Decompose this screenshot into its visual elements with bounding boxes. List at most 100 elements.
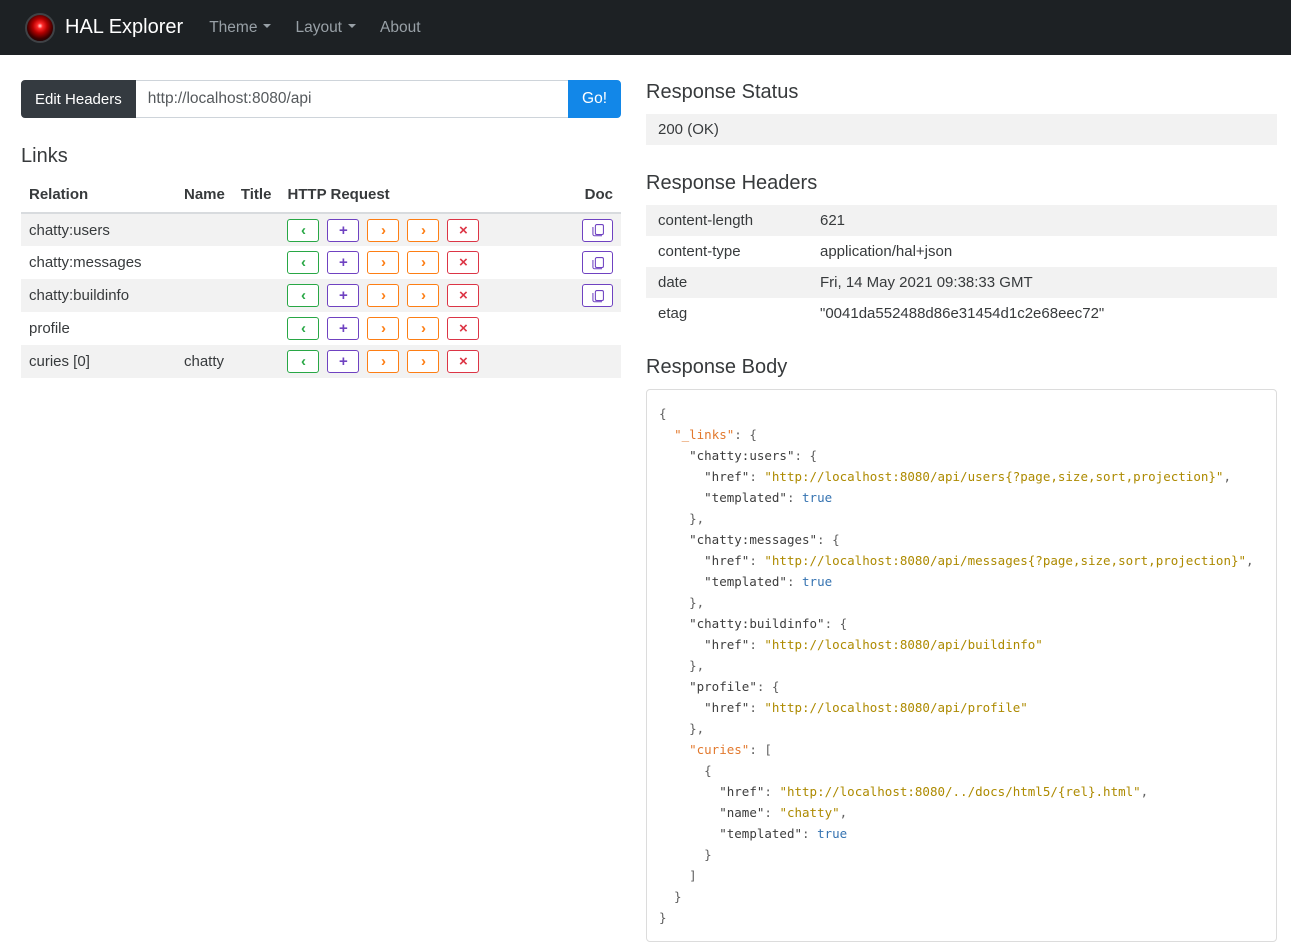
post-button[interactable]: + — [327, 284, 360, 307]
get-button[interactable]: ‹ — [287, 251, 320, 274]
code-token-p — [659, 616, 689, 631]
put-button[interactable]: › — [367, 218, 400, 242]
code-token-k: "profile" — [689, 679, 757, 694]
patch-button[interactable]: › — [407, 251, 440, 274]
doc-icon — [591, 289, 604, 302]
response-headers-heading: Response Headers — [646, 172, 818, 194]
doc-cell — [569, 312, 621, 345]
caret-down-icon — [263, 24, 272, 29]
code-token-p: }, — [659, 721, 705, 736]
name-cell — [176, 279, 233, 312]
code-token-s: "http://localhost:8080/api/buildinfo" — [764, 637, 1043, 652]
http-request-cell: ‹ + › › × — [279, 246, 569, 279]
code-token-k: "name" — [719, 805, 765, 820]
code-token-s: "http://localhost:8080/api/messages{?pag… — [764, 553, 1247, 568]
brand-link[interactable]: HAL Explorer — [25, 12, 183, 43]
post-button[interactable]: + — [327, 317, 360, 340]
http-request-cell: ‹ + › › × — [279, 213, 569, 246]
code-token-k: "href" — [704, 469, 750, 484]
code-token-p — [659, 784, 719, 799]
code-token-p — [659, 742, 689, 757]
delete-button[interactable]: × — [447, 251, 480, 274]
code-token-r: "curies" — [689, 742, 750, 757]
code-token-b: true — [802, 574, 833, 589]
delete-button[interactable]: × — [447, 317, 480, 340]
doc-button[interactable] — [582, 251, 613, 274]
code-token-k: "href" — [719, 784, 765, 799]
code-token-p: } — [659, 847, 712, 862]
code-token-p: : { — [756, 679, 780, 694]
patch-button[interactable]: › — [407, 317, 440, 340]
code-token-p: : — [764, 805, 780, 820]
code-token-b: true — [802, 490, 833, 505]
delete-button[interactable]: × — [447, 350, 480, 373]
relation-cell: chatty:users — [29, 221, 110, 239]
response-headers-body: content-length 621 content-type application… — [646, 205, 1277, 329]
delete-button[interactable]: × — [447, 284, 480, 307]
nav-item-about[interactable]: About — [368, 11, 433, 45]
put-button[interactable]: › — [367, 350, 400, 373]
header-name: etag — [658, 305, 688, 322]
code-token-p: : — [749, 637, 765, 652]
go-button[interactable]: Go! — [568, 80, 621, 118]
address-bar: Edit Headers Go! — [21, 80, 621, 118]
put-button[interactable]: › — [367, 284, 400, 307]
caret-down-icon — [348, 24, 356, 29]
put-button[interactable]: › — [367, 317, 400, 340]
code-token-p — [659, 448, 689, 463]
code-token-p: } — [659, 889, 682, 904]
header-name: content-length — [658, 212, 754, 229]
code-token-p: }, — [659, 595, 705, 610]
doc-cell — [569, 345, 621, 378]
get-button[interactable]: ‹ — [287, 317, 320, 340]
header-value: 621 — [820, 212, 846, 229]
code-token-p: }, — [659, 658, 705, 673]
code-token-p: : — [786, 490, 803, 505]
patch-button[interactable]: › — [407, 218, 440, 242]
code-token-p — [659, 574, 704, 589]
header-name: date — [658, 274, 688, 291]
post-button[interactable]: + — [327, 350, 360, 373]
code-token-p: : — [749, 469, 765, 484]
code-token-p: , — [839, 805, 848, 820]
get-button[interactable]: ‹ — [287, 218, 320, 242]
code-token-k: "templated" — [719, 826, 803, 841]
code-token-k: "href" — [704, 700, 750, 715]
doc-button[interactable] — [582, 284, 613, 307]
name-cell: chatty — [184, 353, 225, 370]
patch-button[interactable]: › — [407, 284, 440, 307]
title-cell — [233, 345, 280, 378]
name-cell — [176, 246, 233, 279]
relation-cell: profile — [29, 320, 70, 337]
response-header-row: date Fri, 14 May 2021 09:38:33 GMT — [646, 267, 1277, 298]
doc-button[interactable] — [582, 218, 613, 242]
code-token-p: : { — [817, 532, 840, 547]
code-token-k: "chatty:users" — [689, 448, 795, 463]
code-token-p: : { — [824, 616, 848, 631]
doc-cell — [569, 213, 621, 246]
nav-item-layout[interactable]: Layout — [283, 11, 368, 45]
get-button[interactable]: ‹ — [287, 284, 320, 307]
post-button[interactable]: + — [327, 251, 360, 274]
code-token-p — [659, 469, 704, 484]
patch-button[interactable]: › — [407, 350, 440, 373]
relation-cell: chatty:buildinfo — [29, 287, 130, 304]
code-token-p: : — [786, 574, 803, 589]
link-row: chatty:messages ‹ + › › × — [21, 246, 621, 279]
get-button[interactable]: ‹ — [287, 350, 320, 373]
header-name: content-type — [658, 243, 741, 260]
url-input[interactable] — [135, 80, 569, 118]
code-token-s: "http://localhost:8080/api/users{?page,s… — [764, 469, 1224, 484]
name-cell — [176, 213, 233, 246]
post-button[interactable]: + — [327, 218, 360, 242]
code-token-s: "http://localhost:8080/api/profile" — [764, 700, 1028, 715]
put-button[interactable]: › — [367, 251, 400, 274]
delete-button[interactable]: × — [447, 218, 480, 242]
edit-headers-button[interactable]: Edit Headers — [21, 80, 136, 118]
code-token-p: , — [1223, 469, 1231, 484]
response-header-row: etag "0041da552488d86e31454d1c2e68eec72" — [646, 298, 1277, 329]
doc-cell — [569, 246, 621, 279]
code-token-p — [659, 679, 689, 694]
relation-cell: chatty:messages — [29, 254, 142, 271]
nav-item-theme[interactable]: Theme — [197, 11, 283, 45]
